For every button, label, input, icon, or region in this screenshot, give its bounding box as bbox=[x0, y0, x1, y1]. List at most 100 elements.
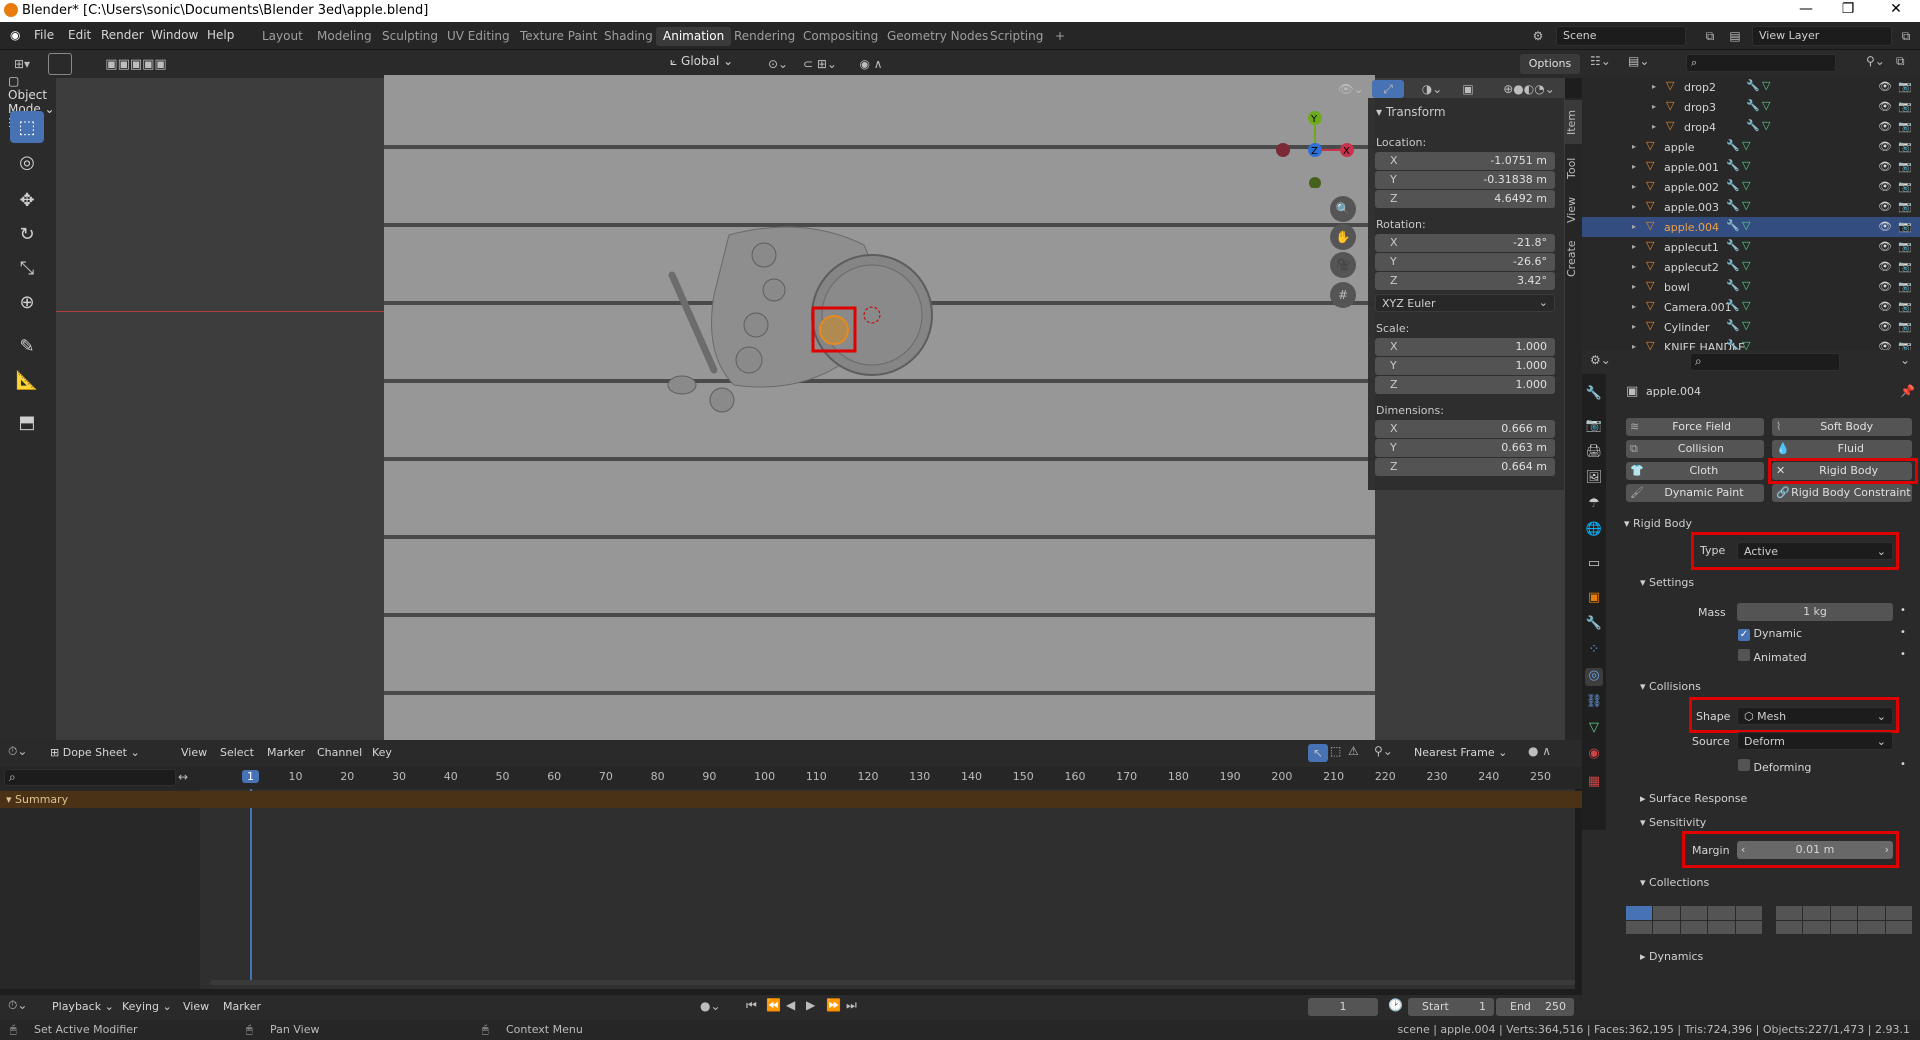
outliner-item-name[interactable]: apple.003 bbox=[1664, 201, 1719, 214]
new-view-layer-icon[interactable]: ⧉ bbox=[1896, 27, 1916, 45]
proportional-icon[interactable]: ● ∧ bbox=[1528, 744, 1551, 758]
settings-subsection[interactable]: ▾ Settings bbox=[1640, 576, 1694, 589]
outliner-search-input[interactable]: ⌕ bbox=[1686, 54, 1836, 72]
cloth-button[interactable]: 👕 Cloth bbox=[1626, 462, 1764, 480]
add-cube-tool-icon[interactable]: ⬒ bbox=[10, 406, 44, 438]
move-tool-icon[interactable]: ✥ bbox=[10, 184, 44, 216]
tab-modeling[interactable]: Modeling bbox=[310, 27, 379, 46]
tab-create[interactable]: Create bbox=[1565, 234, 1582, 284]
current-frame-marker[interactable]: 1 bbox=[242, 770, 259, 783]
render-camera-icon[interactable]: 📷 bbox=[1898, 280, 1912, 293]
modifier-icon[interactable]: 🔧 bbox=[1746, 79, 1760, 92]
outliner-item-name[interactable]: drop2 bbox=[1684, 81, 1716, 94]
dimensions-x-field[interactable]: X 0.666 m bbox=[1375, 420, 1555, 438]
mesh-data-icon[interactable]: ▽ bbox=[1742, 179, 1750, 192]
rotation-x-field[interactable]: X -21.8° bbox=[1375, 234, 1555, 252]
viewport-visibility-icon[interactable]: 👁⌄ bbox=[1336, 80, 1366, 98]
expand-arrow-icon[interactable]: ▸ bbox=[1632, 322, 1636, 331]
modifier-icon[interactable]: 🔧 bbox=[1726, 199, 1740, 212]
render-camera-icon[interactable]: 📷 bbox=[1898, 240, 1912, 253]
current-frame-field[interactable]: 1 bbox=[1308, 998, 1378, 1016]
tab-shading[interactable]: Shading bbox=[597, 27, 660, 46]
orientation-dropdown[interactable]: ⟀ Global ⌄ bbox=[670, 54, 733, 69]
outliner-row[interactable]: ▸ ▽ bowl 🔧 ▽ 👁 📷 bbox=[1582, 277, 1920, 297]
outliner-item-name[interactable]: bowl bbox=[1664, 281, 1690, 294]
properties-options-icon[interactable]: ⌄ bbox=[1900, 353, 1910, 367]
record-icon[interactable]: ●⌄ bbox=[700, 999, 721, 1013]
scale-tool-icon[interactable]: ⤡ bbox=[10, 252, 44, 284]
modifier-icon[interactable]: 🔧 bbox=[1726, 319, 1740, 332]
prev-keyframe-icon[interactable]: ⏪ bbox=[766, 998, 781, 1012]
tab-uv-editing[interactable]: UV Editing bbox=[440, 27, 517, 46]
outliner-item-name[interactable]: apple bbox=[1664, 141, 1695, 154]
expand-arrow-icon[interactable]: ▸ bbox=[1652, 122, 1656, 131]
horizontal-scrollbar[interactable] bbox=[210, 980, 1575, 985]
scale-y-field[interactable]: Y 1.000 bbox=[1375, 357, 1555, 375]
tab-view[interactable]: View bbox=[1565, 192, 1582, 228]
particles-tab-icon[interactable]: ⁘ bbox=[1585, 642, 1603, 660]
gizmo-neg-x-icon[interactable] bbox=[1276, 143, 1290, 157]
dopesheet-menu-key[interactable]: Key bbox=[372, 746, 392, 759]
visibility-eye-icon[interactable]: 👁 bbox=[1878, 220, 1892, 233]
tab-geometry-nodes[interactable]: Geometry Nodes bbox=[880, 27, 995, 46]
material-tab-icon[interactable]: ◉ bbox=[1585, 746, 1603, 764]
outliner-row[interactable]: ▸ ▽ apple.001 🔧 ▽ 👁 📷 bbox=[1582, 157, 1920, 177]
mesh-data-icon[interactable]: ▽ bbox=[1762, 99, 1770, 112]
render-camera-icon[interactable]: 📷 bbox=[1898, 300, 1912, 313]
channel-search-input[interactable]: ⌕ bbox=[4, 769, 176, 786]
xray-icon[interactable]: ▣ bbox=[1458, 80, 1478, 98]
swap-icon[interactable]: ↔ bbox=[178, 770, 188, 784]
outliner-item-name[interactable]: apple.004 bbox=[1664, 221, 1719, 234]
animated-checkbox[interactable]: Animated bbox=[1738, 649, 1807, 664]
surface-response-subsection[interactable]: ▸ Surface Response bbox=[1640, 792, 1747, 805]
timeline-menu-marker[interactable]: Marker bbox=[223, 1000, 261, 1013]
rotate-tool-icon[interactable]: ↻ bbox=[10, 218, 44, 250]
mesh-data-icon[interactable]: ▽ bbox=[1742, 279, 1750, 292]
tab-animation[interactable]: Animation bbox=[656, 27, 732, 46]
render-camera-icon[interactable]: 📷 bbox=[1898, 120, 1912, 133]
texture-tab-icon[interactable]: ▦ bbox=[1585, 774, 1603, 792]
expand-arrow-icon[interactable]: ▸ bbox=[1652, 102, 1656, 111]
mass-field[interactable]: 1 kg bbox=[1737, 603, 1893, 621]
collection-layers-b[interactable] bbox=[1776, 906, 1912, 934]
scene-icon[interactable]: ⚙ bbox=[1526, 27, 1550, 45]
visibility-eye-icon[interactable]: 👁 bbox=[1878, 80, 1892, 93]
rotation-z-field[interactable]: Z 3.42° bbox=[1375, 272, 1555, 290]
summary-channel[interactable]: ▾ Summary bbox=[0, 791, 1582, 808]
location-x-field[interactable]: X -1.0751 m bbox=[1375, 152, 1555, 170]
dopesheet-menu-channel[interactable]: Channel bbox=[317, 746, 362, 759]
outliner-row[interactable]: ▸ ▽ drop3 🔧 ▽ 👁 📷 bbox=[1582, 97, 1920, 117]
select-box-mode-icon[interactable] bbox=[48, 53, 72, 75]
grid-view-icon[interactable]: # bbox=[1330, 282, 1356, 308]
force-field-button[interactable]: ≋ Force Field bbox=[1626, 418, 1764, 436]
expand-arrow-icon[interactable]: ▸ bbox=[1632, 302, 1636, 311]
navigation-gizmo[interactable]: Y X Z bbox=[1275, 108, 1355, 188]
keyframe-dot-icon[interactable]: • bbox=[1900, 649, 1906, 660]
render-camera-icon[interactable]: 📷 bbox=[1898, 320, 1912, 333]
expand-arrow-icon[interactable]: ▸ bbox=[1632, 262, 1636, 271]
transform-header[interactable]: ▾ Transform bbox=[1376, 105, 1446, 119]
add-workspace-icon[interactable]: + bbox=[1048, 27, 1072, 46]
rotation-mode-dropdown[interactable]: XYZ Euler ⌄ bbox=[1375, 294, 1555, 312]
tab-item[interactable]: Item bbox=[1565, 100, 1582, 144]
dimensions-y-field[interactable]: Y 0.663 m bbox=[1375, 439, 1555, 457]
view-layer-field[interactable]: View Layer bbox=[1752, 26, 1892, 46]
only-selected-icon[interactable]: ↖ bbox=[1308, 744, 1328, 762]
measure-tool-icon[interactable]: 📐 bbox=[10, 364, 44, 396]
tab-rendering[interactable]: Rendering bbox=[727, 27, 802, 46]
mesh-data-icon[interactable]: ▽ bbox=[1742, 239, 1750, 252]
camera-view-icon[interactable]: 🎥 bbox=[1330, 252, 1356, 278]
outliner-item-name[interactable]: applecut1 bbox=[1664, 241, 1719, 254]
options-button[interactable]: Options bbox=[1520, 54, 1580, 74]
end-frame-field[interactable]: End 250 bbox=[1496, 998, 1574, 1016]
jump-end-icon[interactable]: ⏭ bbox=[846, 998, 857, 1013]
pan-hand-icon[interactable]: ✋ bbox=[1330, 224, 1356, 250]
outliner-item-name[interactable]: Camera.001 bbox=[1664, 301, 1732, 314]
properties-editor-icon[interactable]: ⚙⌄ bbox=[1590, 353, 1611, 367]
location-y-field[interactable]: Y -0.31838 m bbox=[1375, 171, 1555, 189]
modifier-icon[interactable]: 🔧 bbox=[1726, 299, 1740, 312]
transform-tool-icon[interactable]: ⊕ bbox=[10, 286, 44, 318]
selection-mode-icons[interactable]: ▣▣▣▣▣ bbox=[86, 54, 186, 74]
dopesheet-mode-dropdown[interactable]: ⊞ Dope Sheet ⌄ bbox=[46, 743, 166, 763]
zoom-icon[interactable]: 🔍 bbox=[1330, 196, 1356, 222]
